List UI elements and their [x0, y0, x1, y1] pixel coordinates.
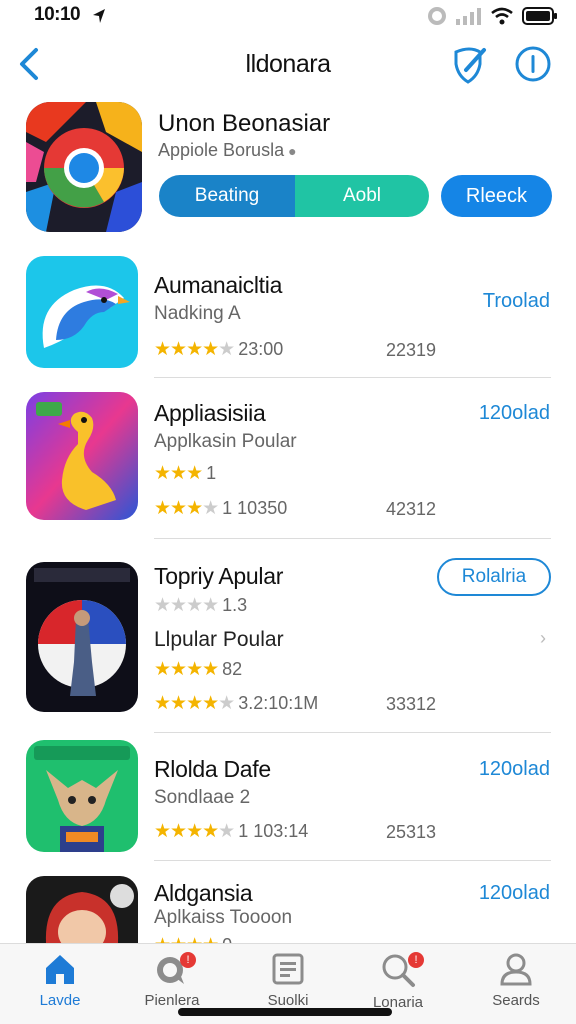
app-title: Topriy Apular — [154, 563, 284, 589]
app-meta: 42312 — [386, 499, 437, 519]
featured-action-button[interactable]: Rleeck — [441, 175, 552, 217]
status-right — [426, 5, 558, 27]
tab-label: Lavde — [39, 992, 81, 1009]
get-button[interactable]: Troolad — [483, 290, 550, 313]
info-icon[interactable] — [514, 45, 552, 83]
app-meta: 33312 — [386, 694, 437, 714]
get-button[interactable]: 120olad — [479, 882, 550, 905]
location-arrow-icon — [93, 9, 105, 23]
status-time: 10:10 — [34, 4, 81, 25]
tab-label: Suolki — [267, 992, 309, 1009]
app-meta: 22319 — [386, 340, 437, 360]
app-icon-duck[interactable] — [26, 392, 138, 520]
app-title: Aldgansia — [154, 880, 253, 906]
notification-badge: ! — [180, 952, 196, 968]
tab-home[interactable]: Lavde — [12, 952, 108, 1018]
row-divider — [154, 377, 551, 378]
home-icon — [46, 955, 74, 984]
document-icon — [272, 953, 304, 985]
tab-label: Seards — [492, 992, 540, 1009]
app-title: Aumanaicltia — [154, 272, 283, 298]
rating-stars: ★★★★ 1 10350 — [154, 498, 288, 519]
get-button[interactable]: 120olad — [479, 402, 550, 425]
person-icon — [500, 953, 532, 986]
status-bar: 10:10 — [0, 0, 576, 34]
app-subtitle: Applkasin Poular — [154, 431, 297, 452]
row-divider — [154, 860, 551, 861]
rating-stars: ★★★★0 — [154, 934, 232, 943]
rating-stars: ★★★★★ 23:00 — [154, 339, 284, 360]
featured-title: Unon Beonasiar — [158, 110, 331, 137]
record-indicator-icon — [428, 7, 446, 25]
chevron-right-icon: › — [540, 628, 546, 648]
segment-right-button[interactable]: Aobl — [295, 175, 429, 217]
app-subtitle: Sondlaae 2 — [154, 787, 251, 808]
app-icon-bird[interactable] — [26, 256, 138, 368]
rating-stars: ★★★★★ 1 103:14 — [154, 821, 309, 842]
app-meta: 25313 — [386, 822, 437, 842]
rating-stars-top: ★★★★ 1.3 — [154, 595, 248, 616]
featured-app-icon[interactable] — [26, 102, 142, 232]
app-icon-fox[interactable] — [26, 740, 138, 852]
rating-stars-mid: ★★★★ 82 — [154, 659, 243, 680]
tab-profile[interactable]: Seards — [468, 952, 564, 1018]
rating-stars-secondary: ★★★ 1 — [154, 463, 217, 484]
get-button[interactable]: 120olad — [479, 758, 550, 781]
segmented-control: Beating Aobl — [159, 175, 429, 217]
home-indicator — [178, 1008, 392, 1016]
segment-left-button[interactable]: Beating — [159, 175, 295, 217]
featured-subtitle: Appiole Borusla ● — [158, 140, 297, 160]
app-subtitle: Llpular Poular — [154, 628, 284, 651]
wifi-icon — [491, 7, 513, 25]
app-title: Rlolda Dafe — [154, 756, 271, 782]
row-divider — [154, 538, 551, 539]
tab-label: Pienlera — [144, 992, 200, 1009]
open-button[interactable]: Rolalria — [437, 558, 551, 596]
row-divider — [154, 732, 551, 733]
navigation-bar: lldonara — [0, 34, 576, 96]
app-icon-girl[interactable] — [26, 876, 138, 943]
app-title: Appliasisiia — [154, 400, 266, 426]
signal-icon — [456, 8, 481, 25]
drop-icon: ● — [288, 143, 297, 159]
notification-badge: ! — [408, 952, 424, 968]
app-icon-figure[interactable] — [26, 562, 138, 712]
app-subtitle: Aplkaiss Toooon — [154, 907, 293, 928]
app-subtitle: Nadking A — [154, 303, 241, 324]
rating-stars: ★★★★★ 3.2:10:1M — [154, 693, 319, 714]
shield-edit-icon[interactable] — [450, 44, 490, 84]
battery-icon — [522, 7, 557, 25]
